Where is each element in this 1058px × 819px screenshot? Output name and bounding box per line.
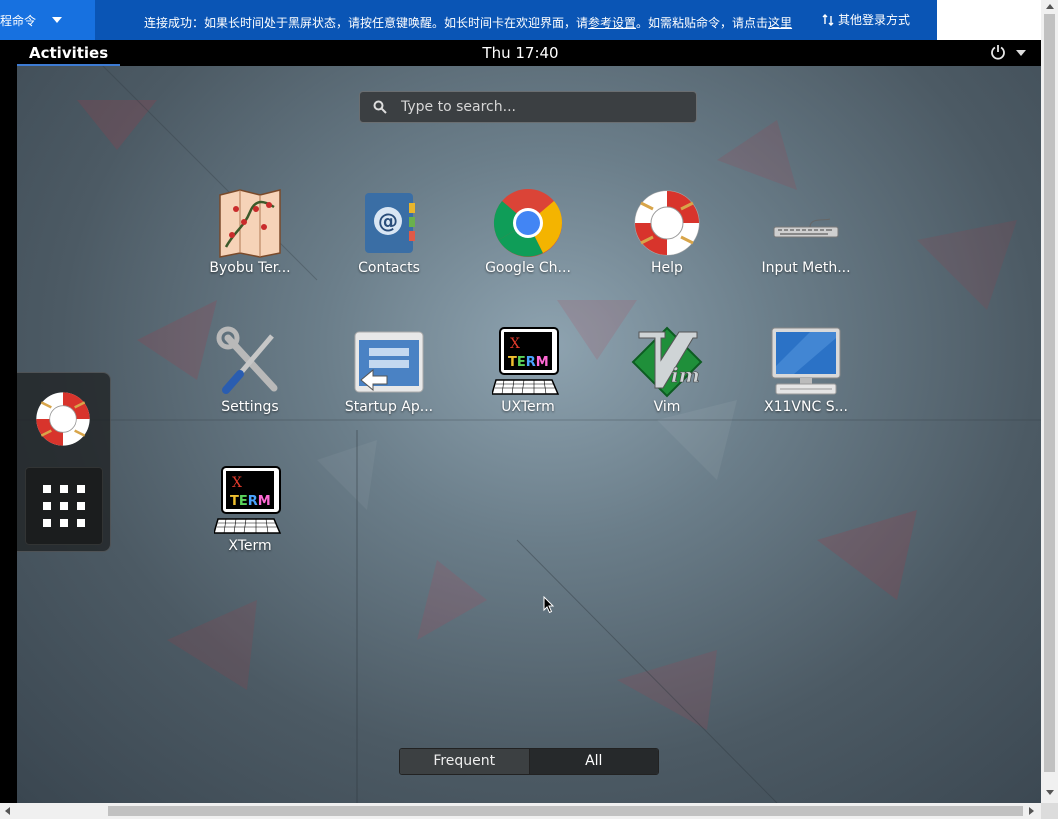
app-startup-applications[interactable]: Startup Ap... bbox=[329, 326, 449, 426]
scroll-right-arrow-icon[interactable] bbox=[1029, 807, 1034, 815]
app-label: Settings bbox=[221, 399, 279, 415]
notice-middle: 。如需粘贴命令，请点击 bbox=[636, 16, 769, 30]
scroll-left-arrow-icon[interactable] bbox=[5, 807, 10, 815]
xterm-icon: X TERM bbox=[492, 327, 560, 395]
keyboard-icon bbox=[773, 218, 839, 238]
settings-reference-link[interactable]: 参考设置 bbox=[588, 16, 636, 30]
mouse-cursor-icon bbox=[543, 596, 555, 614]
notice-prefix: 连接成功：如果长时间处于黑屏状态，请按任意键唤醒。如长时间卡在欢迎界面，请 bbox=[144, 16, 589, 30]
command-menu-button[interactable]: 程命令 bbox=[0, 0, 95, 40]
other-login-button[interactable]: 其他登录方式 bbox=[822, 0, 910, 40]
paste-here-link[interactable]: 这里 bbox=[768, 16, 792, 30]
scroll-up-arrow-icon[interactable] bbox=[1046, 4, 1054, 9]
grid-icon bbox=[43, 485, 85, 527]
app-label: X11VNC S... bbox=[764, 399, 848, 415]
horizontal-scroll-thumb[interactable] bbox=[108, 806, 1023, 816]
screen-left-edge bbox=[0, 40, 17, 803]
app-label: Help bbox=[651, 260, 683, 276]
search-box[interactable] bbox=[359, 91, 697, 123]
scroll-down-arrow-icon[interactable] bbox=[1046, 790, 1054, 795]
system-menu-caret-icon[interactable] bbox=[1016, 50, 1026, 56]
svg-text:TERM: TERM bbox=[230, 494, 271, 509]
frequent-tab[interactable]: Frequent bbox=[400, 749, 529, 774]
other-login-label: 其他登录方式 bbox=[838, 13, 911, 27]
app-label: Contacts bbox=[358, 260, 420, 276]
all-tab[interactable]: All bbox=[528, 749, 658, 774]
help-lifebuoy-icon[interactable] bbox=[33, 389, 93, 449]
remote-notice-bar: 程命令 连接成功：如果长时间处于黑屏状态，请按任意键唤醒。如长时间卡在欢迎界面，… bbox=[0, 0, 937, 40]
monitor-icon bbox=[771, 327, 841, 395]
app-byobu-terminal[interactable]: Byobu Ter... bbox=[190, 187, 310, 287]
caret-down-icon bbox=[52, 17, 63, 23]
power-icon[interactable] bbox=[990, 44, 1006, 60]
app-label: UXTerm bbox=[501, 399, 555, 415]
app-label: Byobu Ter... bbox=[209, 260, 291, 276]
help-lifebuoy-icon bbox=[634, 190, 700, 256]
byobu-map-icon bbox=[219, 189, 281, 258]
app-vim[interactable]: im Vim bbox=[607, 326, 727, 426]
vertical-scroll-thumb[interactable] bbox=[1044, 14, 1055, 772]
app-label: Input Meth... bbox=[761, 260, 851, 276]
horizontal-scrollbar[interactable] bbox=[0, 803, 1041, 819]
app-label: XTerm bbox=[228, 538, 272, 554]
connection-notice: 连接成功：如果长时间处于黑屏状态，请按任意键唤醒。如长时间卡在欢迎界面，请参考设… bbox=[144, 0, 792, 40]
clock[interactable]: Thu 17:40 bbox=[0, 40, 1041, 66]
vertical-scrollbar[interactable] bbox=[1041, 0, 1058, 803]
blank-area bbox=[937, 0, 1058, 40]
app-google-chrome[interactable]: Google Ch... bbox=[468, 187, 588, 287]
search-icon bbox=[373, 100, 387, 114]
app-contacts[interactable]: @ Contacts bbox=[329, 187, 449, 287]
scrollbar-corner bbox=[1041, 803, 1058, 819]
settings-tools-icon bbox=[216, 326, 278, 394]
app-help[interactable]: Help bbox=[607, 187, 727, 287]
show-applications-button[interactable] bbox=[25, 467, 103, 545]
svg-text:@: @ bbox=[378, 209, 398, 233]
chrome-icon bbox=[493, 189, 563, 257]
app-uxterm[interactable]: X TERM UXTerm bbox=[468, 326, 588, 426]
view-switcher: Frequent All bbox=[399, 748, 659, 775]
dash bbox=[17, 372, 111, 552]
switch-arrows-icon bbox=[822, 14, 834, 26]
contacts-address-book-icon: @ bbox=[365, 193, 415, 253]
app-settings[interactable]: Settings bbox=[190, 326, 310, 426]
app-label: Startup Ap... bbox=[344, 399, 434, 415]
svg-text:X: X bbox=[510, 336, 520, 352]
command-menu-label: 程命令 bbox=[0, 13, 37, 28]
app-xterm[interactable]: X TERM XTerm bbox=[190, 465, 310, 565]
xterm-icon: X TERM bbox=[214, 466, 282, 534]
startup-apps-icon bbox=[354, 331, 424, 393]
app-input-method[interactable]: Input Meth... bbox=[746, 187, 866, 287]
app-label: Vim bbox=[653, 399, 681, 415]
gnome-top-bar: Activities Thu 17:40 bbox=[0, 40, 1041, 66]
search-input[interactable] bbox=[399, 98, 683, 116]
vim-icon: im bbox=[631, 326, 703, 398]
svg-text:im: im bbox=[671, 363, 700, 387]
app-label: Google Ch... bbox=[485, 260, 571, 276]
svg-text:X: X bbox=[232, 475, 242, 491]
app-x11vnc-server[interactable]: X11VNC S... bbox=[746, 326, 866, 426]
svg-text:TERM: TERM bbox=[508, 355, 549, 370]
